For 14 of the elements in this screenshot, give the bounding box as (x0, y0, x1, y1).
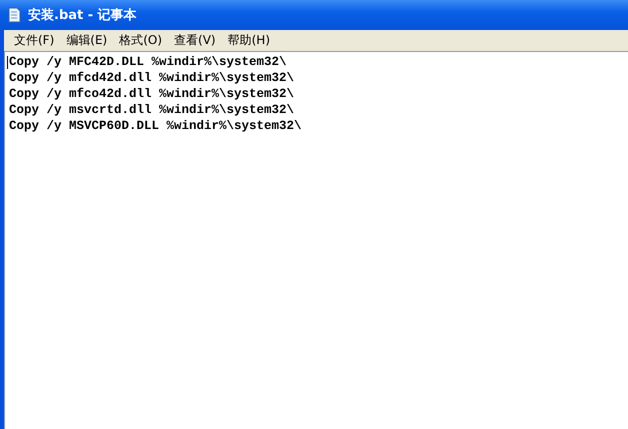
menu-item[interactable]: 编辑(E) (60, 32, 114, 48)
text-caret (7, 56, 8, 69)
menu-item[interactable]: 帮助(H) (222, 32, 276, 48)
text-line: Copy /y MFC42D.DLL %windir%\system32\ (9, 54, 287, 70)
menu-item[interactable]: 文件(F) (8, 32, 60, 48)
menu-item[interactable]: 格式(O) (113, 32, 168, 48)
notepad-icon (6, 7, 22, 23)
text-line: Copy /y mfcd42d.dll %windir%\system32\ (9, 70, 294, 86)
window-title: 安装.bat - 记事本 (28, 6, 137, 24)
text-line: Copy /y msvcrtd.dll %windir%\system32\ (9, 102, 294, 118)
menu-item[interactable]: 查看(V) (168, 32, 222, 48)
text-area[interactable]: Copy /y MFC42D.DLL %windir%\system32\ Copy /y mfcd42d.dll %windir%\system32\ Copy /y mfco42d.dll %windir%\system32\ Copy /y msvcrtd.dll %windir%\system32\ Copy /y MSVCP60D.DLL %windir%\system32\ (4, 51, 628, 429)
text-line: Copy /y mfco42d.dll %windir%\system32\ (9, 86, 294, 102)
text-line: Copy /y MSVCP60D.DLL %windir%\system32\ (9, 118, 302, 134)
